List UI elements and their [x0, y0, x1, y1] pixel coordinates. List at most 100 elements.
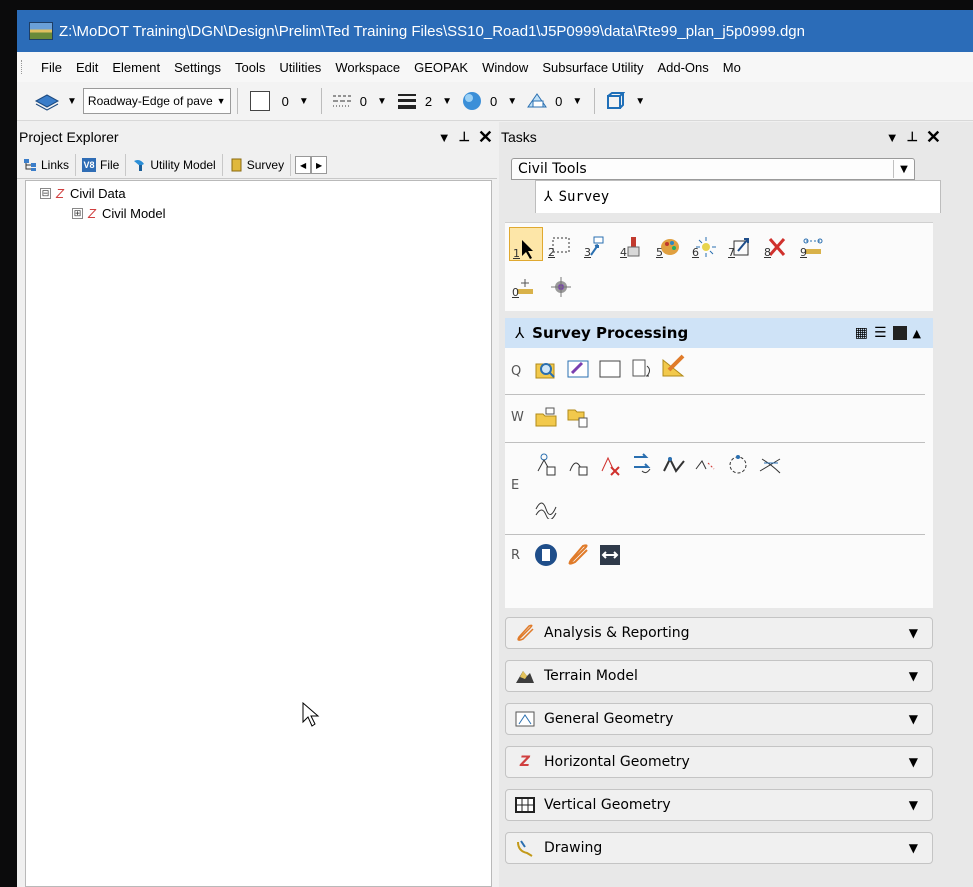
level-combo[interactable]: Roadway-Edge of pave ▼	[82, 88, 231, 114]
title-bar: Z:\MoDOT Training\DGN\Design\Prelim\Ted …	[17, 10, 973, 52]
scroll-right-icon[interactable]: ▶	[311, 156, 328, 174]
tool-number: 5	[656, 246, 663, 259]
collapse-up-icon[interactable]: ▲	[913, 327, 921, 340]
window-title: Z:\MoDOT Training\DGN\Design\Prelim\Ted …	[59, 22, 805, 40]
level-manager-dropdown-icon[interactable]: ▼	[67, 96, 77, 107]
tool-group-e: E	[505, 442, 925, 535]
element-class-icon[interactable]	[601, 88, 629, 114]
line-style-icon[interactable]	[328, 88, 356, 114]
line-weight-dropdown-icon[interactable]: ▼	[442, 96, 452, 107]
reverse-chain-icon[interactable]	[629, 452, 655, 478]
color-swatch[interactable]	[249, 91, 270, 111]
manipulate-tool[interactable]: 3	[581, 227, 613, 259]
tree-node-civil-data[interactable]: ⊟ Z Civil Data	[26, 183, 491, 203]
pencil-ruler-icon[interactable]	[661, 354, 687, 380]
survey-book-icon	[229, 158, 243, 172]
category-general-geometry[interactable]: General Geometry ▼	[505, 703, 933, 735]
line-style-dropdown-icon[interactable]: ▼	[377, 96, 387, 107]
edit-field-book-icon[interactable]	[565, 356, 591, 382]
tree-node-civil-model[interactable]: ⊞ Z Civil Model	[26, 203, 491, 223]
transparency-dropdown-icon[interactable]: ▼	[507, 96, 517, 107]
playback-icon[interactable]	[533, 542, 559, 568]
civil-tools-combo[interactable]: Civil Tools ▼	[511, 158, 915, 180]
menu-edit[interactable]: Edit	[69, 60, 105, 75]
expand-icon[interactable]: ⊞	[72, 207, 83, 219]
menu-subsurface-utility[interactable]: Subsurface Utility	[535, 60, 650, 75]
import-data-icon[interactable]	[629, 356, 655, 382]
close-icon[interactable]: ✕	[478, 127, 493, 148]
blank-window-icon[interactable]	[597, 356, 623, 382]
field-book-search-icon[interactable]	[533, 356, 559, 382]
chevron-down-icon: ▼	[216, 96, 226, 106]
menu-geopak[interactable]: GEOPAK	[407, 60, 475, 75]
tab-survey-task[interactable]: ⅄ Survey	[535, 180, 941, 213]
intersect-feature-icon[interactable]	[757, 452, 783, 478]
category-analysis-reporting[interactable]: Analysis & Reporting ▼	[505, 617, 933, 649]
panel-menu-icon[interactable]: ▼	[886, 130, 899, 145]
priority-icon[interactable]	[523, 88, 551, 114]
change-attributes-tool[interactable]: 5	[653, 227, 685, 259]
linear-feature-icon[interactable]	[661, 452, 687, 478]
delete-point-icon[interactable]	[597, 452, 623, 478]
category-terrain-model[interactable]: Terrain Model ▼	[505, 660, 933, 692]
add-chain-icon[interactable]	[565, 452, 591, 478]
tasks-panel: Tasks ▼ ⊥ ✕ Civil Tools ▼ ⅄ Survey 1 2 3…	[499, 122, 973, 887]
tab-links-label: Links	[41, 158, 70, 172]
export-arrows-icon[interactable]	[597, 542, 623, 568]
tab-links[interactable]: Links	[17, 154, 77, 176]
icon-view-icon[interactable]: ▦	[855, 325, 868, 341]
category-label: Analysis & Reporting	[544, 625, 690, 641]
scroll-left-icon[interactable]: ◀	[295, 156, 312, 174]
tab-file[interactable]: V8 File	[76, 154, 127, 176]
tab-survey[interactable]: Survey	[223, 154, 292, 176]
menu-workspace[interactable]: Workspace	[328, 60, 407, 75]
menu-grip[interactable]	[21, 60, 28, 74]
place-point-tool[interactable]: 0	[509, 267, 541, 299]
category-vertical-geometry[interactable]: Vertical Geometry ▼	[505, 789, 933, 821]
delete-element-tool[interactable]: 8	[761, 227, 793, 259]
priority-dropdown-icon[interactable]: ▼	[572, 96, 582, 107]
scale-tool[interactable]: 7	[725, 227, 757, 259]
menu-settings[interactable]: Settings	[167, 60, 228, 75]
list-view-icon[interactable]: ☰	[874, 325, 887, 341]
menu-tools[interactable]: Tools	[228, 60, 272, 75]
tool-number: 7	[728, 246, 735, 259]
close-figure-icon[interactable]	[725, 452, 751, 478]
level-manager-icon[interactable]	[33, 88, 61, 114]
collapse-icon[interactable]: ⊟	[40, 187, 51, 199]
measure-distance-tool[interactable]: 9	[797, 227, 829, 259]
line-weight-icon[interactable]	[393, 88, 421, 114]
category-horizontal-geometry[interactable]: Z Horizontal Geometry ▼	[505, 746, 933, 778]
pin-icon[interactable]: ⊥	[459, 129, 470, 145]
menu-element[interactable]: Element	[105, 60, 167, 75]
drop-element-tool[interactable]: 6	[689, 227, 721, 259]
menu-file[interactable]: File	[34, 60, 69, 75]
civil-data-icon: Z	[56, 185, 64, 201]
fence-tool[interactable]: 2	[545, 227, 577, 259]
smooth-feature-icon[interactable]	[533, 494, 559, 520]
tab-utility-model[interactable]: Utility Model	[126, 154, 223, 176]
select-element-tool[interactable]: 1	[509, 227, 543, 261]
modify-tool[interactable]: 4	[617, 227, 649, 259]
report-link-icon[interactable]	[565, 542, 591, 568]
color-dropdown-icon[interactable]: ▼	[299, 96, 309, 107]
add-point-icon[interactable]	[533, 452, 559, 478]
chevron-down-icon: ▼	[908, 798, 918, 812]
survey-processing-header[interactable]: ⅄ Survey Processing ▦ ☰ ▲	[505, 318, 933, 348]
close-icon[interactable]: ✕	[926, 127, 941, 148]
menu-window[interactable]: Window	[475, 60, 535, 75]
menu-mo[interactable]: Mo	[716, 60, 748, 75]
panel-menu-icon[interactable]: ▼	[438, 130, 451, 145]
menu-utilities[interactable]: Utilities	[272, 60, 328, 75]
transparency-icon[interactable]	[458, 88, 486, 114]
category-label: Horizontal Geometry	[544, 754, 690, 770]
break-feature-icon[interactable]	[693, 452, 719, 478]
category-drawing[interactable]: Drawing ▼	[505, 832, 933, 864]
export-folder-icon[interactable]	[565, 404, 591, 430]
pin-icon[interactable]: ⊥	[907, 129, 918, 145]
snap-tool[interactable]	[545, 267, 577, 299]
element-class-dropdown-icon[interactable]: ▼	[635, 96, 645, 107]
menu-add-ons[interactable]: Add-Ons	[650, 60, 715, 75]
open-folder-icon[interactable]	[533, 404, 559, 430]
detail-view-icon[interactable]	[892, 326, 907, 340]
